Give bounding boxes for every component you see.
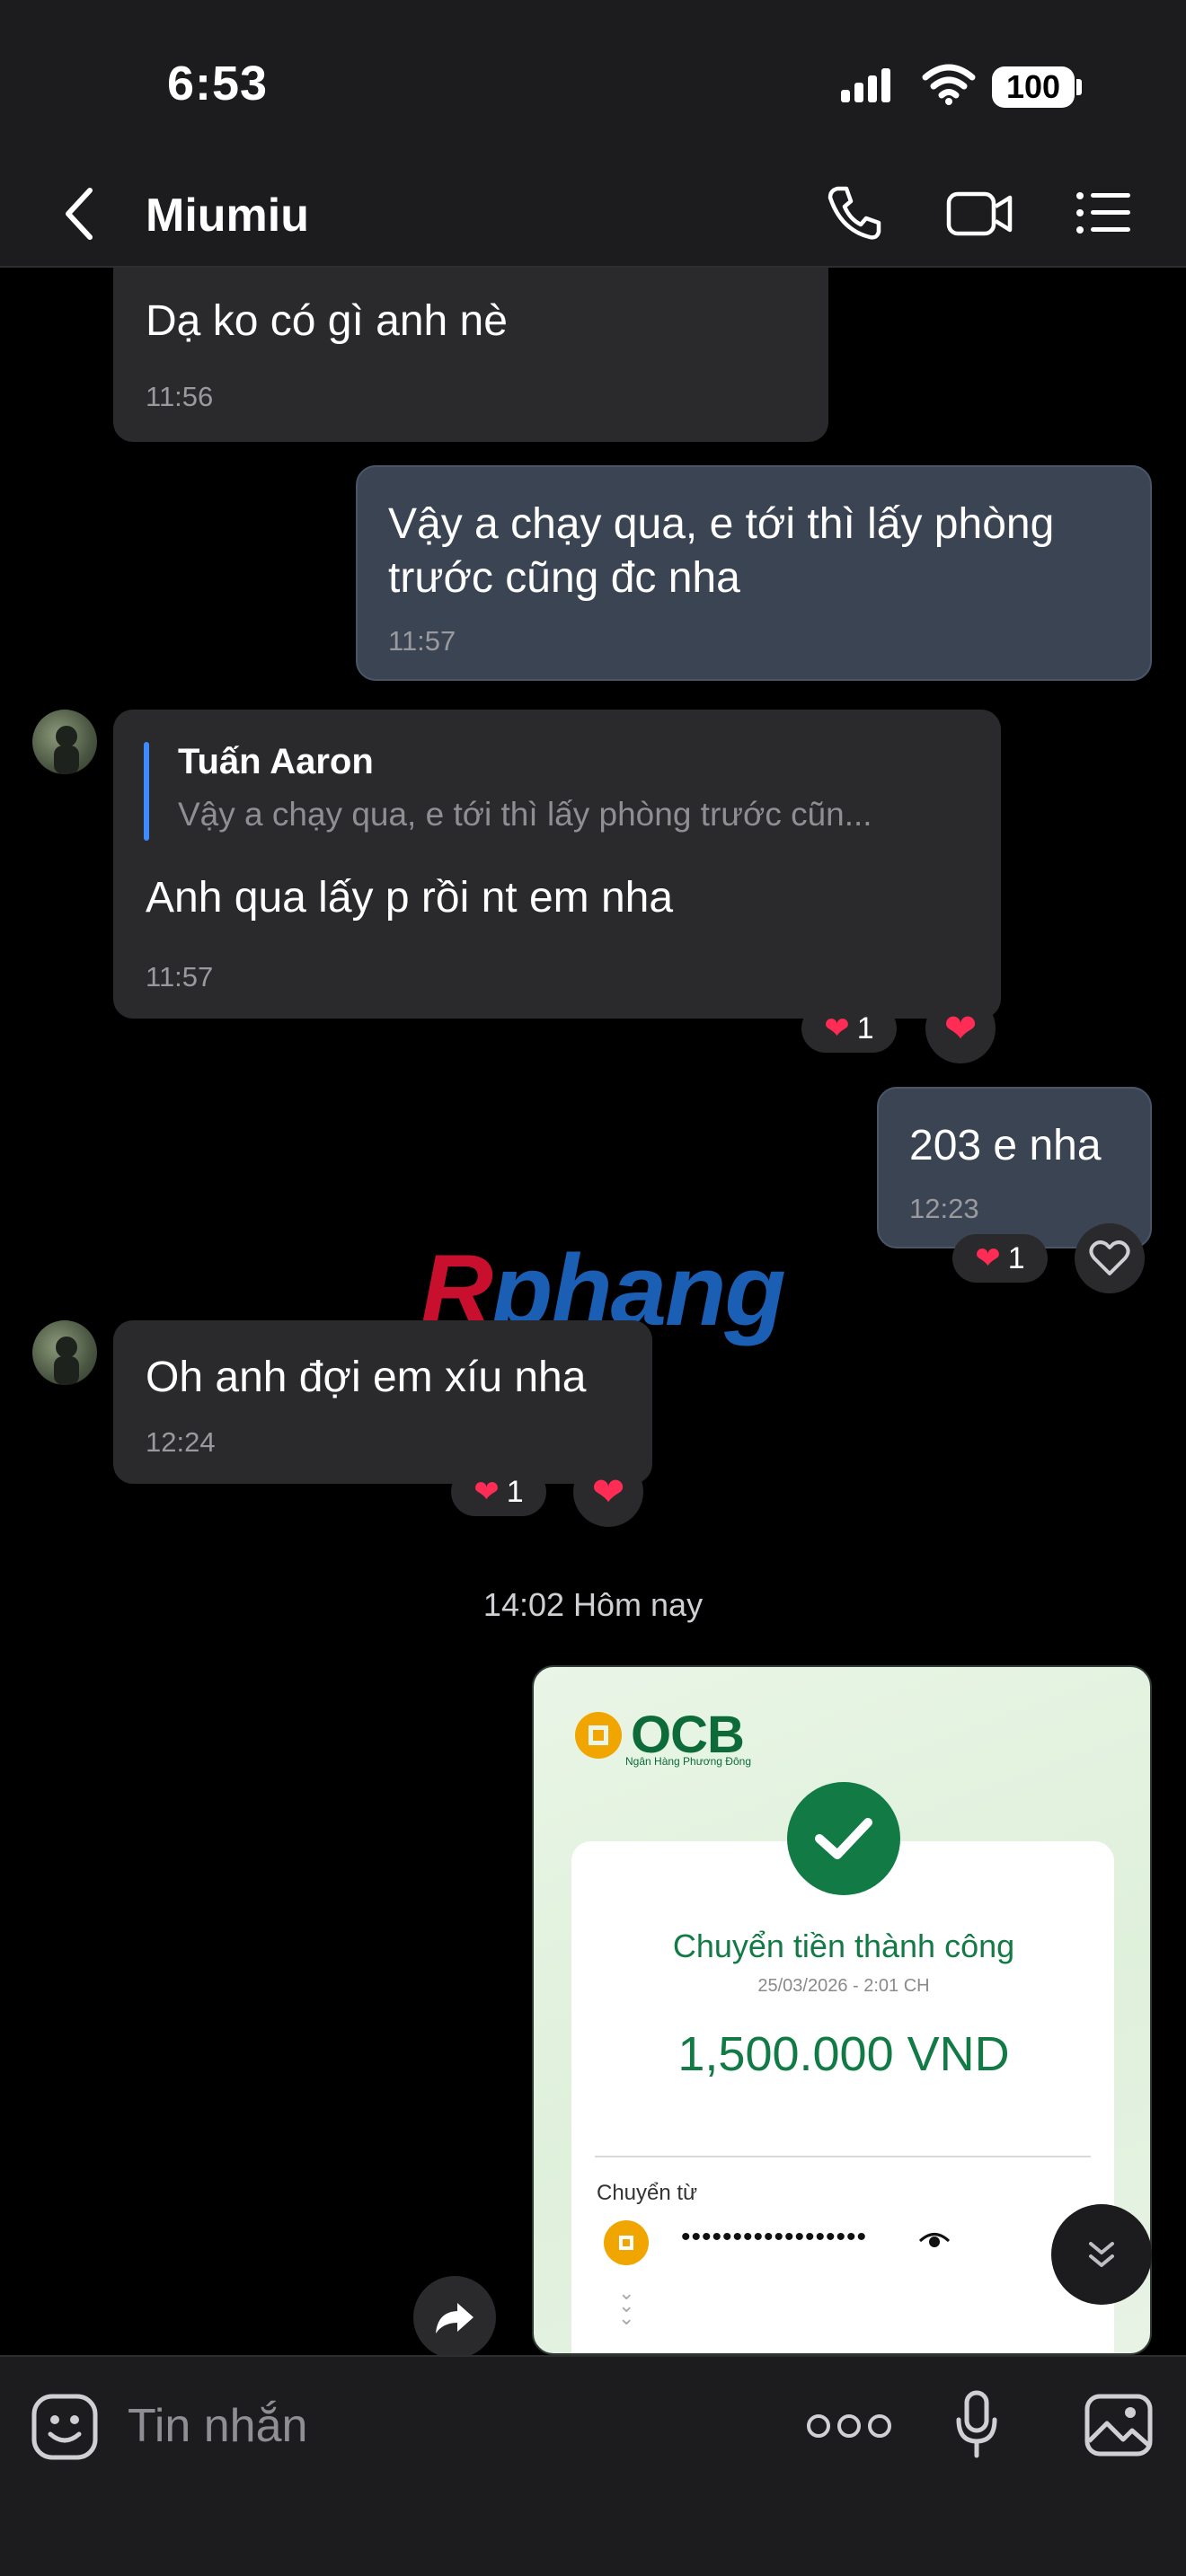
message-text: Dạ ko có gì anh nè [146,297,508,345]
react-heart-button[interactable]: ❤ [573,1457,643,1527]
video-call-icon[interactable] [945,183,1013,243]
ocb-logo-icon [575,1711,622,1759]
receipt-card [571,1841,1114,2353]
from-account-masked: •••••••••••••••••• [681,2222,868,2252]
reaction-count: 1 [1007,1240,1025,1275]
cellular-signal-icon [841,68,890,102]
status-time: 6:53 [167,57,269,110]
message-time: 11:57 [388,625,456,657]
message-bubble-incoming-reply[interactable]: Tuấn Aaron Vậy a chạy qua, e tới thì lấy… [113,710,1001,1019]
contact-name[interactable]: Miumiu [146,189,309,243]
eye-icon [918,2233,951,2247]
more-options-icon[interactable] [807,2414,891,2438]
message-composer [0,2355,1186,2576]
quote-text: Vậy a chạy qua, e tới thì lấy phòng trướ… [178,796,872,833]
battery-nub [1076,79,1082,95]
reaction-count: 1 [506,1474,524,1509]
quote-bar [144,742,149,841]
date-separator: 14:02 Hôm nay [482,1586,704,1623]
heart-icon: ❤ [474,1475,500,1509]
message-text: Vậy a chạy qua, e tới thì lấy phòng trướ… [388,500,1055,602]
forward-button[interactable] [413,2276,496,2359]
gallery-image-icon[interactable] [1084,2393,1154,2457]
message-time: 12:24 [146,1426,216,1458]
contact-avatar[interactable] [32,710,97,774]
reaction-count-pill[interactable]: ❤ 1 [801,1004,897,1053]
reaction-count-pill[interactable]: ❤ 1 [451,1468,546,1516]
message-text: Oh anh đợi em xíu nha [146,1354,587,1401]
bank-subtitle: Ngân Hàng Phương Đông [625,1755,751,1768]
bank-logo-icon [604,2220,649,2265]
phone-call-icon[interactable] [825,183,884,243]
scroll-to-bottom-button[interactable] [1051,2204,1152,2305]
status-bar: 6:53 100 [0,0,1186,162]
microphone-icon[interactable] [954,2389,999,2461]
heart-icon: ❤ [975,1241,1001,1275]
double-chevron-down-icon [1089,2242,1114,2267]
message-bubble-outgoing[interactable]: Vậy a chạy qua, e tới thì lấy phòng trướ… [356,465,1152,681]
react-heart-button[interactable]: ❤ [925,993,996,1063]
message-time: 11:56 [146,381,214,412]
menu-list-icon[interactable] [1075,183,1134,243]
reaction-count: 1 [856,1010,874,1045]
message-bubble-incoming[interactable]: Oh anh đợi em xíu nha 12:24 [113,1320,652,1484]
message-text: Anh qua lấy p rồi nt em nha [146,874,674,922]
message-input[interactable] [128,2386,757,2466]
transfer-amount: 1,500.000 VND [677,2027,1010,2081]
transfer-datetime: 25/03/2026 - 2:01 CH [757,1976,930,1996]
message-time: 11:57 [146,961,214,992]
transfer-status: Chuyển tiền thành công [672,1928,1015,1964]
back-icon[interactable] [59,185,99,243]
react-heart-button[interactable] [1075,1223,1145,1293]
wifi-icon [922,64,976,105]
sticker-emoji-icon[interactable] [31,2393,99,2461]
contact-avatar[interactable] [32,1320,97,1385]
heart-outline-icon [1089,1240,1130,1275]
from-label: Chuyển từ [597,2181,698,2205]
quote-author: Tuấn Aaron [178,742,374,781]
forward-icon [436,2303,474,2333]
message-text: 203 e nha [909,1122,1102,1169]
message-time: 12:23 [909,1193,979,1224]
success-check-icon [787,1782,900,1895]
message-bubble-incoming[interactable]: Dạ ko có gì anh nè 11:56 [113,268,828,442]
heart-icon: ❤ [824,1011,850,1045]
chevrons-down-icon: ⌄ ⌄ ⌄ [618,2281,635,2329]
heart-icon: ❤ [943,1006,978,1051]
heart-icon: ❤ [591,1469,625,1514]
reaction-count-pill[interactable]: ❤ 1 [952,1234,1048,1283]
battery-indicator: 100 [992,66,1075,108]
divider [595,2156,1091,2157]
chat-header: Miumiu [0,162,1186,268]
